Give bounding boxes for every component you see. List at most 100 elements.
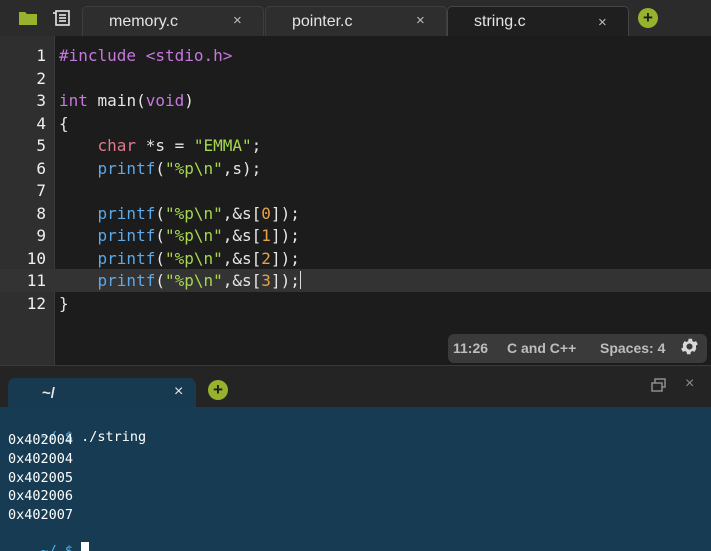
tab-memory-c[interactable]: memory.c × xyxy=(82,6,264,36)
code-line[interactable]: 8 printf("%p\n",&s[0]); xyxy=(0,204,711,226)
line-number: 6 xyxy=(36,159,46,178)
code-token: printf xyxy=(97,159,156,178)
code-token: "%p\n" xyxy=(164,159,223,178)
code-line[interactable]: 10 printf("%p\n",&s[2]); xyxy=(0,249,711,271)
code-line[interactable]: 4{ xyxy=(0,114,711,136)
editor-tab-bar: memory.c × pointer.c × string.c × + xyxy=(0,0,711,36)
close-icon[interactable]: × xyxy=(233,12,242,29)
line-number: 4 xyxy=(36,114,46,133)
maximize-icon[interactable] xyxy=(651,378,666,392)
line-number: 12 xyxy=(26,294,46,313)
code-token: ( xyxy=(155,226,165,245)
code-token: printf xyxy=(97,271,156,290)
code-token: ( xyxy=(155,159,165,178)
code-token: printf xyxy=(97,226,156,245)
code-token: ,s); xyxy=(222,159,262,178)
tab-string-c[interactable]: string.c × xyxy=(447,6,629,36)
code-token: ( xyxy=(155,271,165,290)
tab-label: pointer.c xyxy=(292,13,353,30)
line-number: 8 xyxy=(36,204,46,223)
code-line[interactable]: 5 char *s = "EMMA"; xyxy=(0,136,711,158)
code-token: *s = xyxy=(136,136,194,155)
terminal-prompt: ~/ $ xyxy=(40,543,74,551)
code-line[interactable]: 1 #include <stdio.h> xyxy=(0,46,711,68)
code-token: printf xyxy=(97,249,156,268)
add-terminal-button[interactable]: + xyxy=(208,380,228,400)
code-token: ]); xyxy=(270,249,300,268)
terminal-tab[interactable]: ~/ × xyxy=(8,378,196,408)
code-line[interactable]: 12} xyxy=(0,294,711,316)
line-code: printf("%p\n",&s[1]); xyxy=(59,226,300,245)
code-token: ( xyxy=(155,249,165,268)
code-token: ( xyxy=(155,204,165,223)
tab-label: memory.c xyxy=(109,13,179,30)
terminal-output-line: 0x402007 xyxy=(8,507,74,523)
language-mode[interactable]: C and C++ xyxy=(507,340,576,356)
code-line[interactable]: 6 printf("%p\n",s); xyxy=(0,159,711,181)
code-token: printf xyxy=(97,204,156,223)
code-token: ,&s[ xyxy=(222,271,262,290)
terminal-prompt-line[interactable]: ~/ $ xyxy=(8,526,90,551)
code-token: 0 xyxy=(261,204,271,223)
line-code: printf("%p\n",s); xyxy=(59,159,262,178)
code-token: "%p\n" xyxy=(164,204,223,223)
line-code: } xyxy=(59,294,69,313)
code-line[interactable]: 11 printf("%p\n",&s[3]); xyxy=(0,271,711,293)
code-line[interactable]: 3 int main(void) xyxy=(0,91,711,113)
close-icon[interactable]: × xyxy=(598,14,607,31)
folder-icon[interactable] xyxy=(19,11,37,25)
line-number: 1 xyxy=(36,46,46,65)
code-token: 3 xyxy=(261,271,271,290)
code-line[interactable]: 7 xyxy=(0,181,711,203)
code-token: ]); xyxy=(270,271,300,290)
terminal-output-line: 0x402005 xyxy=(8,470,74,486)
close-terminal-icon[interactable]: × xyxy=(685,375,694,393)
close-icon[interactable]: × xyxy=(416,12,425,29)
status-bar: 11:26 C and C++ Spaces: 4 xyxy=(448,334,707,363)
terminal-command: ./string xyxy=(73,429,147,445)
code-line[interactable]: 9 printf("%p\n",&s[1]); xyxy=(0,226,711,248)
line-number: 5 xyxy=(36,136,46,155)
line-number: 10 xyxy=(26,249,46,268)
cursor-position[interactable]: 11:26 xyxy=(453,340,488,356)
line-code: printf("%p\n",&s[0]); xyxy=(59,204,300,223)
code-line[interactable]: 2 xyxy=(0,69,711,91)
tab-label: string.c xyxy=(474,13,526,30)
line-code: { xyxy=(59,114,69,133)
line-code: char *s = "EMMA"; xyxy=(59,136,262,155)
code-token: main( xyxy=(97,91,146,110)
code-token: ) xyxy=(184,91,194,110)
tab-pointer-c[interactable]: pointer.c × xyxy=(265,6,447,36)
code-token: "%p\n" xyxy=(164,249,223,268)
gear-icon[interactable] xyxy=(679,336,700,357)
code-token: "%p\n" xyxy=(164,226,223,245)
code-token: <stdio.h> xyxy=(145,46,233,65)
terminal-output-line: 0x402006 xyxy=(8,488,74,504)
line-code: #include <stdio.h> xyxy=(59,46,232,65)
code-token: ,&s[ xyxy=(222,204,262,223)
line-code: int main(void) xyxy=(59,91,194,110)
code-token: ,&s[ xyxy=(222,226,262,245)
text-cursor xyxy=(299,271,301,289)
line-number: 3 xyxy=(36,91,46,110)
indent-setting[interactable]: Spaces: 4 xyxy=(600,340,665,356)
line-number: 7 xyxy=(36,181,46,200)
terminal-tab-bar: ~/ × + xyxy=(0,365,711,408)
close-icon[interactable]: × xyxy=(174,383,183,401)
code-token: 1 xyxy=(261,226,271,245)
line-number: 2 xyxy=(36,69,46,88)
code-token: ; xyxy=(251,136,262,155)
code-token: int xyxy=(59,91,88,110)
code-token: } xyxy=(59,294,69,313)
file-list-icon[interactable] xyxy=(53,10,70,26)
add-tab-button[interactable]: + xyxy=(638,8,658,28)
code-token: { xyxy=(59,114,69,133)
